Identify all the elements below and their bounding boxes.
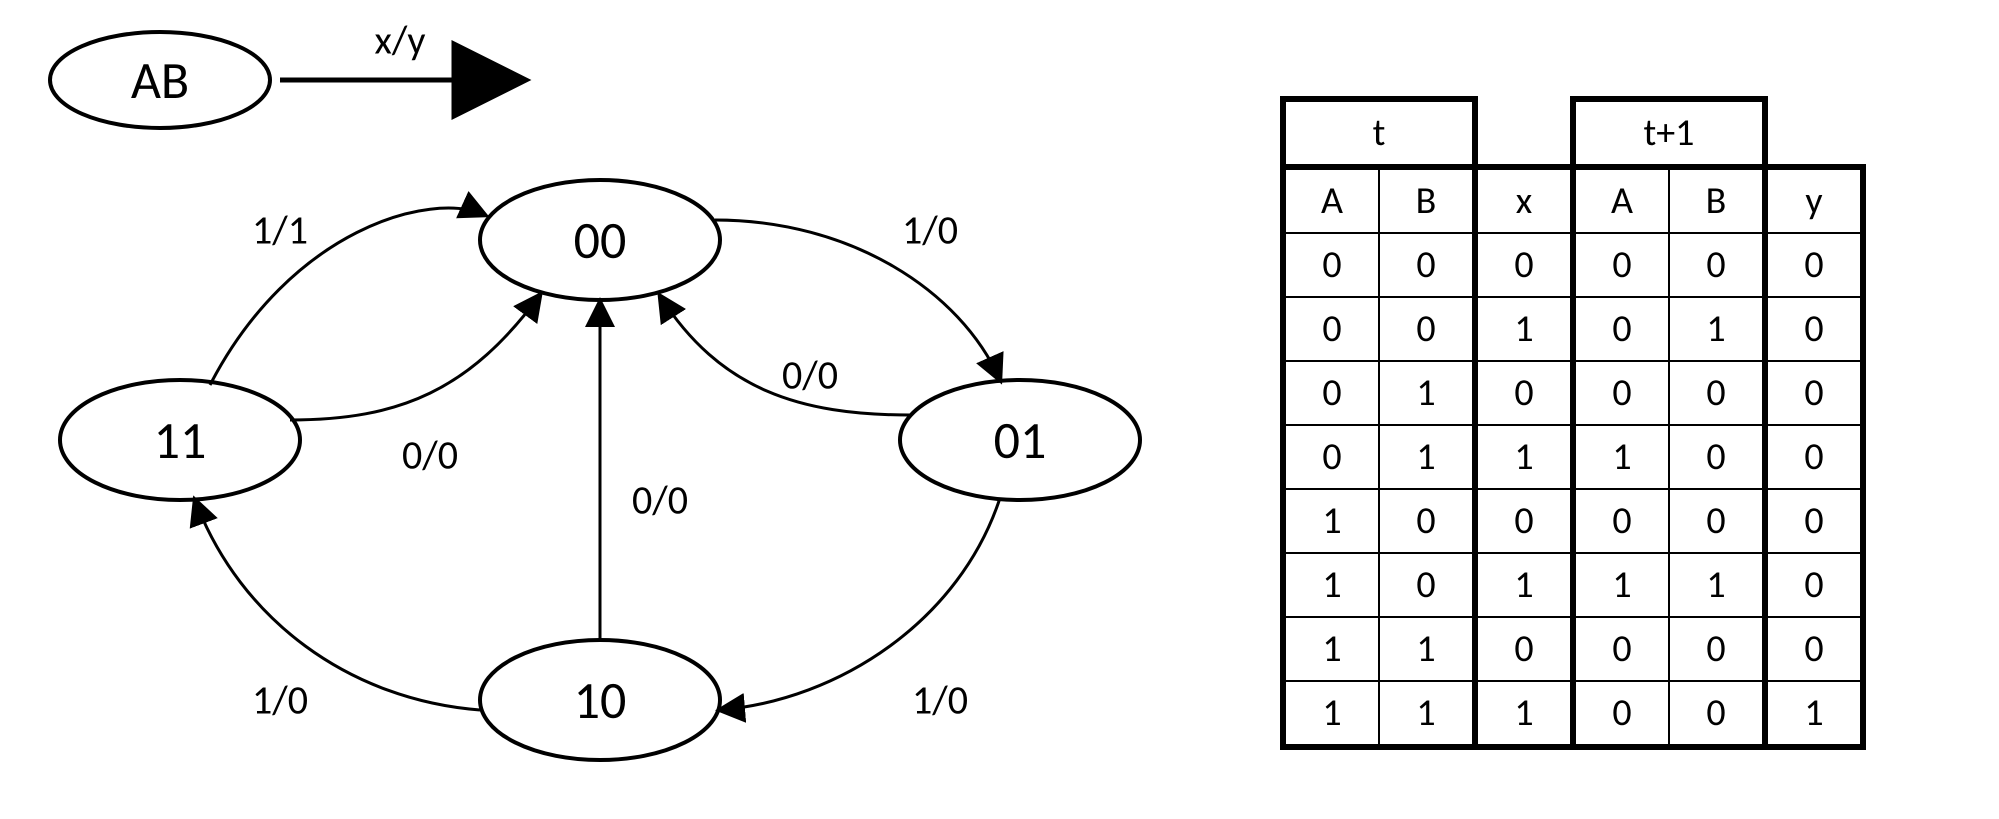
table-cell: 0 — [1669, 425, 1765, 489]
edge-11-to-00-inner-label: 0/0 — [402, 431, 458, 480]
edge-11-to-00-inner — [290, 295, 540, 420]
table-cell: 0 — [1765, 297, 1863, 361]
table-cell: 0 — [1379, 233, 1475, 297]
edge-10-to-00-label: 0/0 — [632, 476, 688, 525]
table-cell: 0 — [1475, 489, 1573, 553]
table-cell: 0 — [1379, 297, 1475, 361]
col-group-t: t — [1283, 99, 1475, 167]
hdr-A-t: A — [1283, 167, 1379, 233]
table-cell: 0 — [1283, 233, 1379, 297]
table-cell: 1 — [1475, 681, 1573, 747]
table-cell: 0 — [1379, 489, 1475, 553]
table-cell: 0 — [1475, 617, 1573, 681]
table-cell: 1 — [1379, 425, 1475, 489]
table-body: 0000000010100100000111001000001011101100… — [1283, 233, 1863, 747]
edge-11-to-00-top-label: 1/1 — [252, 206, 308, 255]
table-cell: 0 — [1765, 553, 1863, 617]
table-cell: 1 — [1475, 425, 1573, 489]
table-cell: 1 — [1283, 681, 1379, 747]
table-cell: 0 — [1283, 425, 1379, 489]
edge-00-to-01-label: 1/0 — [902, 206, 958, 255]
transition-table: t t+1 A B x A B y 0000000010100100000111… — [1280, 96, 1866, 750]
state-00-label: 00 — [574, 208, 627, 272]
table-cell: 0 — [1283, 361, 1379, 425]
state-10-label: 10 — [574, 668, 627, 732]
table-cell: 0 — [1283, 297, 1379, 361]
table-row: 011100 — [1283, 425, 1863, 489]
table-row: 101110 — [1283, 553, 1863, 617]
table-cell: 0 — [1669, 489, 1765, 553]
table-cell: 1 — [1573, 553, 1669, 617]
table-cell: 0 — [1573, 617, 1669, 681]
table-row: 100000 — [1283, 489, 1863, 553]
table-cell: 1 — [1765, 681, 1863, 747]
table-row: 010000 — [1283, 361, 1863, 425]
legend-edge-label: x/y — [375, 16, 426, 65]
table-cell: 0 — [1573, 681, 1669, 747]
state-01-label: 01 — [994, 408, 1047, 472]
state-01: 01 — [900, 380, 1140, 500]
state-diagram: AB x/y 00 01 10 11 1/1 0/0 1/0 — [0, 0, 1200, 819]
table-cell: 0 — [1475, 361, 1573, 425]
table-column-header: A B x A B y — [1283, 167, 1863, 233]
table-cell: 0 — [1765, 425, 1863, 489]
table-cell: 0 — [1379, 553, 1475, 617]
table-cell: 1 — [1283, 617, 1379, 681]
hdr-B-tp1: B — [1669, 167, 1765, 233]
table-cell: 0 — [1573, 361, 1669, 425]
hdr-A-tp1: A — [1573, 167, 1669, 233]
table-cell: 1 — [1379, 681, 1475, 747]
col-group-t-plus-1: t+1 — [1573, 99, 1765, 167]
table-cell: 0 — [1669, 681, 1765, 747]
edge-01-to-00-label: 0/0 — [782, 351, 838, 400]
table-row: 000000 — [1283, 233, 1863, 297]
table-cell: 1 — [1283, 489, 1379, 553]
table-group-header: t t+1 — [1283, 99, 1863, 167]
state-11-label: 11 — [154, 408, 207, 472]
table-row: 111001 — [1283, 681, 1863, 747]
table-cell: 0 — [1669, 617, 1765, 681]
table-cell: 0 — [1475, 233, 1573, 297]
table-cell: 0 — [1765, 233, 1863, 297]
table-cell: 1 — [1283, 553, 1379, 617]
table-row: 110000 — [1283, 617, 1863, 681]
table-cell: 1 — [1475, 297, 1573, 361]
figure-container: AB x/y 00 01 10 11 1/1 0/0 1/0 — [0, 0, 1999, 819]
table-cell: 0 — [1765, 617, 1863, 681]
table-cell: 1 — [1379, 361, 1475, 425]
table-cell: 1 — [1379, 617, 1475, 681]
table-cell: 1 — [1475, 553, 1573, 617]
edge-01-to-10-label: 1/0 — [912, 676, 968, 725]
table-row: 001010 — [1283, 297, 1863, 361]
table-cell: 0 — [1765, 361, 1863, 425]
table-cell: 1 — [1669, 297, 1765, 361]
state-11: 11 — [60, 380, 300, 500]
state-00: 00 — [480, 180, 720, 300]
hdr-B-t: B — [1379, 167, 1475, 233]
table-cell: 1 — [1573, 425, 1669, 489]
table-cell: 0 — [1573, 489, 1669, 553]
edge-10-to-11-label: 1/0 — [252, 676, 308, 725]
table-cell: 0 — [1669, 361, 1765, 425]
table-cell: 0 — [1573, 233, 1669, 297]
table-cell: 1 — [1669, 553, 1765, 617]
hdr-y: y — [1765, 167, 1863, 233]
edge-10-to-11 — [195, 500, 480, 710]
hdr-x: x — [1475, 167, 1573, 233]
table-cell: 0 — [1765, 489, 1863, 553]
legend: AB x/y — [50, 16, 520, 129]
table-cell: 0 — [1573, 297, 1669, 361]
table-cell: 0 — [1669, 233, 1765, 297]
state-10: 10 — [480, 640, 720, 760]
legend-state-label: AB — [131, 48, 189, 112]
